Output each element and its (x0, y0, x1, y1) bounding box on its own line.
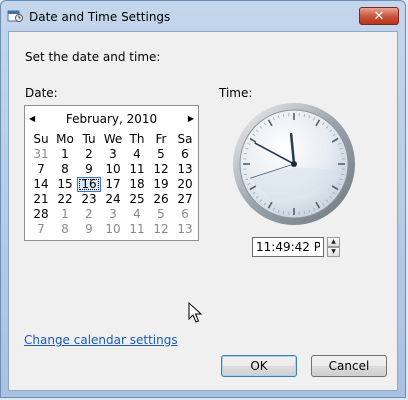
time-increment-button[interactable]: ▲ (327, 237, 340, 247)
calendar-day[interactable]: 18 (125, 177, 149, 192)
calendar-day[interactable]: 9 (77, 162, 101, 177)
calendar-day[interactable]: 12 (149, 162, 173, 177)
calendar-day-adjacent-month[interactable]: 6 (173, 207, 197, 222)
calendar-day-grid: Su Mo Tu We Th Fr Sa 31 1 2 3 4 5 6 7 8 9 10 11 12 13 14 15 16 1… (29, 132, 197, 237)
calendar-day[interactable]: 13 (173, 162, 197, 177)
calendar-day[interactable]: 22 (53, 192, 77, 207)
mouse-pointer-icon (188, 302, 202, 323)
calendar-day[interactable]: 1 (53, 147, 77, 162)
change-calendar-settings-link[interactable]: Change calendar settings (24, 333, 178, 347)
calendar-day[interactable]: 5 (149, 147, 173, 162)
weekday-header: Tu (82, 132, 96, 146)
calendar-header: ◀ February, 2010 ▶ (25, 110, 198, 130)
calendar-day[interactable]: 10 (101, 162, 125, 177)
calendar-day[interactable]: 14 (29, 177, 53, 192)
calendar-day-adjacent-month[interactable]: 11 (125, 222, 149, 237)
instruction-heading: Set the date and time: (25, 50, 161, 64)
calendar-day[interactable]: 26 (149, 192, 173, 207)
time-input[interactable] (252, 237, 324, 257)
time-label: Time: (219, 86, 253, 100)
calendar-day[interactable]: 7 (29, 162, 53, 177)
calendar-day[interactable]: 20 (173, 177, 197, 192)
time-decrement-button[interactable]: ▼ (327, 247, 340, 257)
calendar-day[interactable]: 28 (29, 207, 53, 222)
calendar-day-adjacent-month[interactable]: 4 (125, 207, 149, 222)
month-calendar[interactable]: ◀ February, 2010 ▶ Su Mo Tu We Th Fr Sa 31 1 2 3 4 5… (24, 105, 199, 241)
time-spinner: ▲ ▼ (327, 237, 340, 257)
calendar-day[interactable]: 6 (173, 147, 197, 162)
calendar-day[interactable]: 15 (53, 177, 77, 192)
calendar-day-adjacent-month[interactable]: 12 (149, 222, 173, 237)
calendar-day[interactable]: 23 (77, 192, 101, 207)
ok-button[interactable]: OK (221, 355, 297, 377)
calendar-day[interactable]: 25 (125, 192, 149, 207)
calendar-day-adjacent-month[interactable]: 9 (77, 222, 101, 237)
dialog-window: Date and Time Settings ✕ Set the date an… (0, 0, 406, 398)
calendar-clock-icon (7, 10, 23, 22)
calendar-day-adjacent-month[interactable]: 2 (77, 207, 101, 222)
next-month-button[interactable]: ▶ (184, 113, 194, 125)
weekday-header: Su (33, 132, 49, 146)
calendar-day-adjacent-month[interactable]: 5 (149, 207, 173, 222)
calendar-day[interactable]: 21 (29, 192, 53, 207)
calendar-day[interactable]: 4 (125, 147, 149, 162)
calendar-day[interactable]: 11 (125, 162, 149, 177)
calendar-month-title[interactable]: February, 2010 (25, 112, 198, 126)
analog-clock (233, 103, 355, 225)
calendar-day-adjacent-month[interactable]: 31 (29, 147, 53, 162)
calendar-day-adjacent-month[interactable]: 13 (173, 222, 197, 237)
dialog-content: Set the date and time: Date: Time: ◀ Feb… (8, 31, 398, 391)
calendar-day[interactable]: 17 (101, 177, 125, 192)
weekday-header: Sa (177, 132, 193, 146)
calendar-day[interactable]: 8 (53, 162, 77, 177)
calendar-day-adjacent-month[interactable]: 8 (53, 222, 77, 237)
calendar-day[interactable]: 2 (77, 147, 101, 162)
calendar-day-adjacent-month[interactable]: 1 (53, 207, 77, 222)
calendar-day[interactable]: 27 (173, 192, 197, 207)
calendar-day-adjacent-month[interactable]: 10 (101, 222, 125, 237)
weekday-header: Fr (155, 132, 167, 146)
clock-center-pin (291, 161, 297, 167)
calendar-day-adjacent-month[interactable]: 7 (29, 222, 53, 237)
title-bar[interactable]: Date and Time Settings ✕ (1, 1, 405, 31)
calendar-day-adjacent-month[interactable]: 3 (101, 207, 125, 222)
date-label: Date: (25, 86, 58, 100)
close-button[interactable]: ✕ (359, 7, 399, 25)
calendar-day[interactable]: 3 (101, 147, 125, 162)
cancel-button[interactable]: Cancel (311, 355, 387, 377)
calendar-day[interactable]: 19 (149, 177, 173, 192)
weekday-header: Th (129, 132, 145, 146)
window-title: Date and Time Settings (29, 10, 171, 24)
weekday-header: We (103, 132, 123, 146)
calendar-day-selected[interactable]: 16 (77, 177, 101, 192)
weekday-header: Mo (56, 132, 74, 146)
calendar-day[interactable]: 24 (101, 192, 125, 207)
